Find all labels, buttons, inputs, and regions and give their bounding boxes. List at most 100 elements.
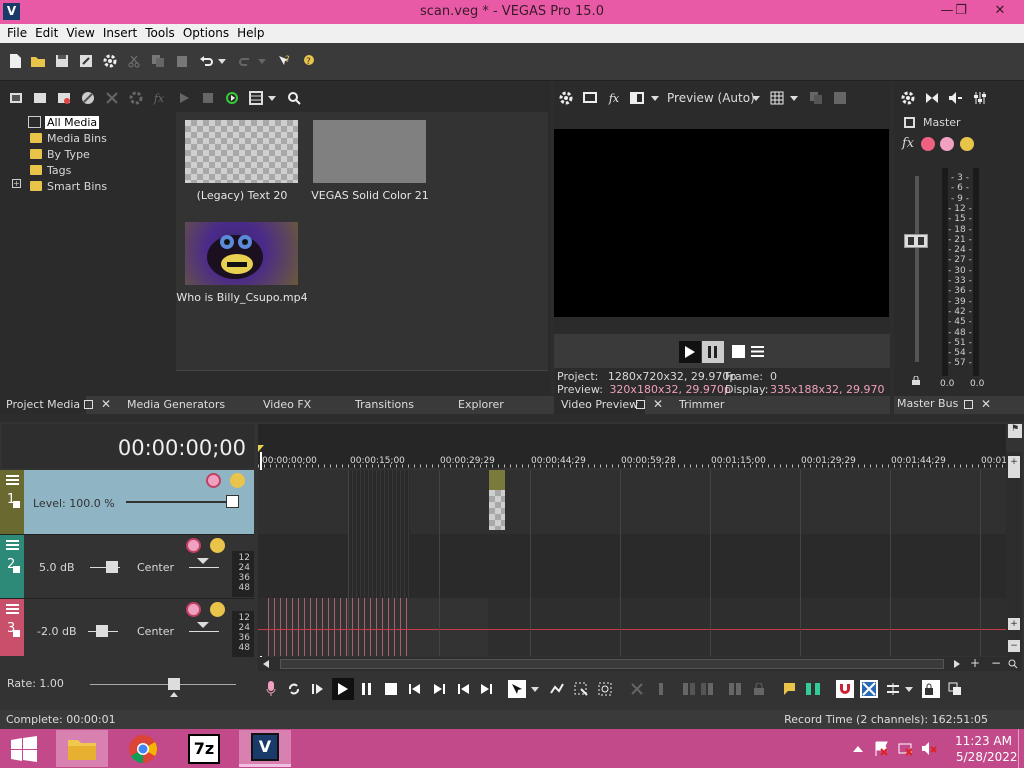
vertical-zoom-out-icon[interactable]: − bbox=[1008, 640, 1020, 652]
insert-region-icon[interactable] bbox=[804, 680, 822, 698]
timeline-splitter[interactable] bbox=[0, 414, 1024, 422]
loop-region-marker[interactable] bbox=[258, 445, 264, 452]
horizontal-scroll-thumb[interactable] bbox=[280, 659, 944, 669]
track-1-no-fx-icon[interactable] bbox=[206, 473, 221, 488]
save-icon[interactable] bbox=[53, 52, 71, 70]
overlays-dropdown-icon[interactable] bbox=[789, 89, 799, 107]
timeline-vertical-scrollbar[interactable]: + + − bbox=[1006, 452, 1022, 658]
close-icon[interactable]: ✕ bbox=[984, 0, 1016, 22]
downmix-icon[interactable] bbox=[923, 89, 941, 107]
master-no-fx-icon[interactable] bbox=[940, 137, 954, 151]
track-area[interactable] bbox=[258, 470, 1006, 656]
tree-item-media-bins[interactable]: Media Bins bbox=[30, 131, 107, 145]
menu-tools[interactable]: Tools bbox=[138, 24, 175, 40]
undock-icon[interactable] bbox=[84, 400, 93, 409]
restore-icon[interactable]: ❐ bbox=[946, 0, 976, 22]
render-as-icon[interactable] bbox=[77, 52, 95, 70]
track-2-pan-slider[interactable] bbox=[189, 567, 219, 568]
timeline-stop-icon[interactable] bbox=[382, 680, 400, 698]
master-solo-icon[interactable] bbox=[960, 137, 974, 151]
text-event-header[interactable] bbox=[489, 470, 505, 490]
show-desktop-button[interactable] bbox=[1018, 729, 1024, 768]
record-icon[interactable] bbox=[262, 680, 280, 698]
vegas-pro-taskbar-icon[interactable]: V bbox=[239, 730, 291, 767]
track-3-pan-handle[interactable] bbox=[197, 622, 209, 628]
menu-file[interactable]: File bbox=[0, 24, 27, 40]
open-folder-icon[interactable] bbox=[29, 52, 47, 70]
close-tab-icon[interactable]: ✕ bbox=[101, 397, 111, 411]
close-tab-icon[interactable]: ✕ bbox=[981, 397, 991, 411]
vertical-zoom-in-bottom-icon[interactable]: + bbox=[1008, 618, 1020, 630]
auto-preview-icon[interactable] bbox=[223, 89, 241, 107]
clock-time[interactable]: 11:23 AM bbox=[955, 734, 1012, 748]
rate-slider[interactable] bbox=[90, 684, 236, 685]
undock-icon[interactable] bbox=[964, 400, 973, 409]
tab-master-bus[interactable]: Master Bus bbox=[897, 397, 958, 410]
preview-screen[interactable] bbox=[554, 129, 889, 317]
ignore-event-grouping-icon[interactable] bbox=[946, 680, 964, 698]
master-mute-icon[interactable] bbox=[921, 137, 935, 151]
tab-explorer[interactable]: Explorer bbox=[458, 398, 504, 411]
media-thumb-video[interactable] bbox=[185, 222, 298, 285]
tab-media-generators[interactable]: Media Generators bbox=[127, 398, 225, 411]
preview-quality-select[interactable]: Preview (Auto) bbox=[667, 91, 755, 105]
track-2-volume-handle[interactable] bbox=[106, 561, 118, 573]
split-screen-icon[interactable] bbox=[628, 89, 646, 107]
rate-handle[interactable] bbox=[168, 678, 180, 690]
snapping-magnet-icon[interactable] bbox=[836, 680, 854, 698]
web-media-icon[interactable] bbox=[79, 89, 97, 107]
track-3-solo-icon[interactable] bbox=[210, 602, 225, 617]
normal-edit-tool-icon[interactable] bbox=[508, 680, 526, 698]
views-dropdown-icon[interactable] bbox=[267, 89, 277, 107]
mixer-properties-gear-icon[interactable] bbox=[899, 89, 917, 107]
dim-output-icon[interactable] bbox=[946, 89, 964, 107]
track-1-level-slider[interactable] bbox=[126, 501, 236, 503]
previous-frame-icon[interactable] bbox=[454, 680, 472, 698]
track-menu-icon[interactable] bbox=[6, 539, 19, 551]
video-output-fx-icon[interactable]: fx bbox=[605, 89, 623, 107]
get-media-icon[interactable] bbox=[55, 89, 73, 107]
external-monitor-icon[interactable] bbox=[581, 89, 599, 107]
selection-tool-icon[interactable] bbox=[572, 680, 590, 698]
tree-item-smart-bins[interactable]: Smart Bins bbox=[30, 179, 107, 193]
markers-icon[interactable]: ⚑ bbox=[1008, 424, 1022, 438]
text-event-body[interactable] bbox=[489, 490, 505, 530]
undo-icon[interactable] bbox=[197, 52, 215, 70]
play-from-start-icon[interactable] bbox=[309, 680, 327, 698]
views-icon[interactable] bbox=[247, 89, 265, 107]
stop-icon[interactable] bbox=[732, 345, 745, 358]
track-2-solo-icon[interactable] bbox=[210, 538, 225, 553]
whats-this-help-icon[interactable]: ? bbox=[275, 52, 293, 70]
loop-playback-icon[interactable] bbox=[285, 680, 303, 698]
expand-by-type-icon[interactable]: + bbox=[12, 179, 21, 188]
timeline-horizontal-scrollbar[interactable]: + − bbox=[258, 656, 1022, 671]
menu-edit[interactable]: Edit bbox=[28, 24, 58, 40]
chrome-icon[interactable] bbox=[117, 730, 169, 767]
track-3-pan-slider[interactable] bbox=[189, 631, 219, 632]
mixer-faders-icon[interactable] bbox=[971, 89, 989, 107]
properties-gear-icon[interactable] bbox=[101, 52, 119, 70]
auto-ripple-dropdown-icon[interactable] bbox=[904, 680, 914, 698]
master-lock-icon[interactable] bbox=[912, 376, 920, 385]
tab-video-fx[interactable]: Video FX bbox=[263, 398, 311, 411]
network-icon[interactable] bbox=[898, 741, 914, 757]
timeline-play-icon[interactable] bbox=[332, 678, 354, 700]
menu-help[interactable]: Help bbox=[230, 24, 264, 40]
capture-video-icon[interactable] bbox=[31, 89, 49, 107]
pause-icon[interactable] bbox=[702, 341, 724, 363]
auto-crossfade-icon[interactable] bbox=[860, 680, 878, 698]
menu-view[interactable]: View bbox=[59, 24, 94, 40]
volume-muted-icon[interactable] bbox=[921, 741, 937, 757]
track-2-pan-handle[interactable] bbox=[197, 558, 209, 564]
vertical-scroll-thumb[interactable] bbox=[1008, 468, 1020, 478]
track-2-no-fx-icon[interactable] bbox=[186, 538, 201, 553]
track-1-solo-icon[interactable] bbox=[230, 473, 245, 488]
menu-options[interactable]: Options bbox=[176, 24, 229, 40]
auto-ripple-icon[interactable] bbox=[884, 680, 902, 698]
import-media-icon[interactable] bbox=[7, 89, 25, 107]
track-header-3[interactable]: 3 -2.0 dB Center 12 24 36 48 bbox=[0, 598, 254, 657]
close-tab-icon[interactable]: ✕ bbox=[653, 397, 663, 411]
master-fader-handle[interactable] bbox=[904, 234, 928, 248]
go-to-start-icon[interactable] bbox=[406, 680, 424, 698]
action-center-flag-icon[interactable] bbox=[874, 741, 890, 757]
